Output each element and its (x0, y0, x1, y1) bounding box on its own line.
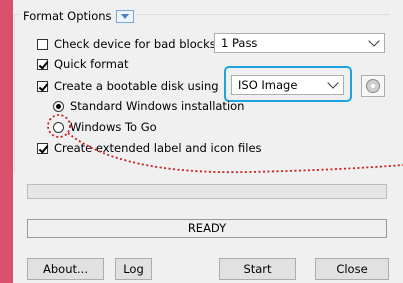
annotation-overlay (47, 114, 403, 174)
log-button[interactable]: Log (115, 258, 152, 280)
close-button-label: Close (336, 262, 368, 276)
annotation-line (67, 132, 403, 174)
status-text: READY (187, 221, 227, 235)
about-button-label: About... (43, 262, 88, 276)
annotation-circle (47, 114, 71, 138)
status-bar: READY (27, 219, 387, 238)
about-button[interactable]: About... (27, 258, 104, 280)
close-button[interactable]: Close (315, 258, 389, 280)
progress-bar (27, 184, 387, 199)
start-button-label: Start (243, 262, 272, 276)
start-button[interactable]: Start (219, 258, 296, 280)
log-button-label: Log (123, 262, 144, 276)
